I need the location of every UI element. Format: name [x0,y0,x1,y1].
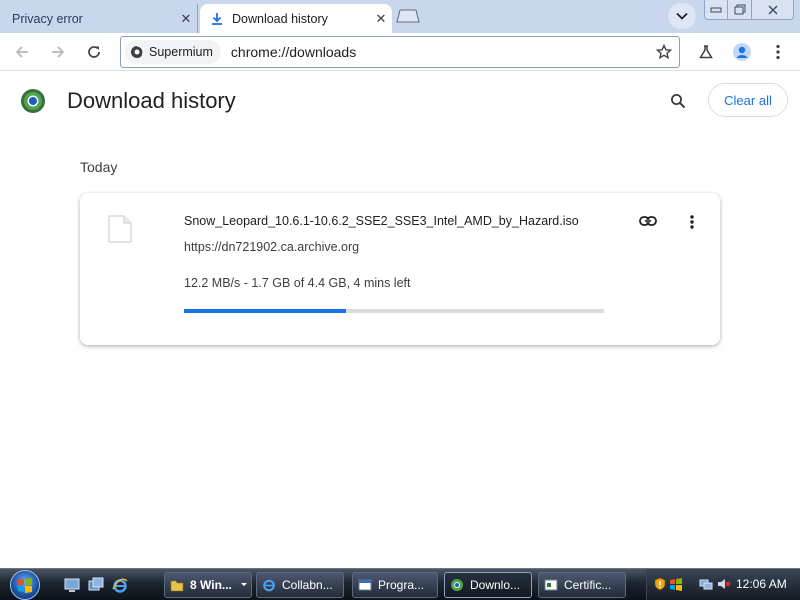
file-icon [108,215,132,243]
taskbar-item-collabn[interactable]: Collabn... [256,572,344,598]
download-icon [212,12,222,25]
tab-close-icon[interactable]: ✕ [175,11,197,27]
taskbar-item-windows-group[interactable]: 8 Win... [164,572,252,598]
screen: Privacy error ✕ Download history ✕ Super… [0,0,800,600]
clear-all-button[interactable]: Clear all [708,83,788,117]
tab-privacy-error[interactable]: Privacy error ✕ [4,4,198,33]
profile-button[interactable] [730,40,754,64]
forward-button[interactable] [46,40,70,64]
minimize-icon [710,7,722,12]
page-title: Download history [67,88,236,113]
more-icon [690,215,694,229]
labs-button[interactable] [694,40,718,64]
taskbar-item-label: Certific... [564,578,612,592]
browser-toolbar: Supermium chrome://downloads [0,33,800,71]
taskbar-item-label: Progra... [378,578,425,592]
taskbar-item-downlo[interactable]: Downlo... [444,572,532,598]
search-icon [671,94,686,109]
volume-muted-icon[interactable] [717,577,731,591]
tab-title: Privacy error [12,11,83,26]
download-file-name[interactable]: Snow_Leopard_10.6.1-10.6.2_SSE2_SSE3_Int… [184,214,579,228]
taskbar-item-progra[interactable]: Progra... [352,572,438,598]
taskbar-item-certific[interactable]: Certific... [538,572,626,598]
window-close-button[interactable] [752,0,794,20]
site-info-label: Supermium [149,45,213,59]
forward-icon [52,46,65,58]
copy-link-button[interactable] [636,211,660,231]
taskbar-item-label: Downlo... [470,578,521,592]
window-restore-button[interactable] [728,0,752,20]
internet-explorer-icon[interactable] [112,577,128,593]
window-app-icon [358,579,372,591]
tab-download-history[interactable]: Download history ✕ [200,4,392,33]
os-taskbar: 8 Win... Collabn... Progra... Downlo... … [0,568,800,600]
download-source-url[interactable]: https://dn721902.ca.archive.org [184,240,359,254]
close-icon [768,5,777,14]
browser-app-icon [451,579,463,591]
tab-search-button[interactable] [668,3,696,29]
taskbar-clock[interactable]: 12:06 AM [736,577,787,591]
date-group-label: Today [80,159,118,175]
download-progress-fill [184,309,347,313]
browser-menu-button[interactable] [766,40,790,64]
download-progress-bar [184,309,604,313]
windows-flag-icon[interactable] [669,577,683,591]
copy-link-icon [639,216,657,226]
logo-icon [21,89,45,113]
tab-title: Download history [232,11,328,26]
back-button[interactable] [10,40,34,64]
show-desktop-icon[interactable] [64,577,80,593]
start-orb-icon [18,578,32,593]
reload-button[interactable] [82,40,106,64]
star-icon [656,44,672,60]
reload-icon [88,46,100,58]
taskbar-item-label: 8 Win... [190,578,232,592]
search-downloads-button[interactable] [666,89,690,113]
site-info-icon [131,45,144,58]
network-icon[interactable] [699,577,713,591]
new-tab-icon[interactable] [396,9,420,23]
bookmark-button[interactable] [649,44,679,60]
window-minimize-button[interactable] [704,0,728,20]
chevron-down-icon [240,583,247,586]
switch-windows-icon[interactable] [88,577,104,593]
folder-icon [170,580,184,592]
labs-icon [699,45,713,59]
certificate-icon [544,579,558,591]
download-status-text: 12.2 MB/s - 1.7 GB of 4.4 GB, 4 mins lef… [184,276,411,290]
restore-icon [734,4,745,15]
site-info-chip[interactable]: Supermium [125,40,221,64]
profile-icon [733,43,751,61]
tab-search-icon [676,12,688,20]
tab-close-icon[interactable]: ✕ [370,11,392,27]
taskbar-item-label: Collabn... [282,578,333,592]
back-icon [15,46,28,58]
start-button[interactable] [10,570,40,600]
url-text: chrome://downloads [230,44,357,60]
download-item-card: Snow_Leopard_10.6.1-10.6.2_SSE2_SSE3_Int… [80,193,720,345]
address-bar[interactable]: Supermium chrome://downloads [120,36,680,68]
download-more-actions-button[interactable] [680,211,704,233]
menu-icon [776,44,780,60]
security-shield-icon[interactable] [653,577,667,591]
internet-explorer-icon [263,579,275,592]
tab-strip: Privacy error ✕ Download history ✕ [0,0,800,33]
